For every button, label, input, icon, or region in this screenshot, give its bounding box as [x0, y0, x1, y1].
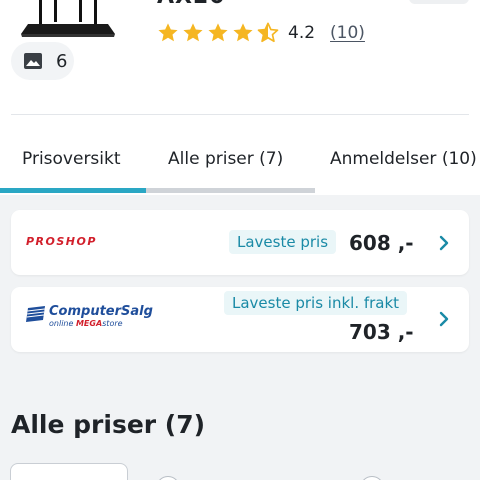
- chevron-right-icon: [439, 311, 449, 327]
- proshop-logo: PROSHOP: [26, 235, 97, 248]
- rating: 4.2 (10): [157, 22, 365, 44]
- image-icon: [24, 53, 42, 69]
- image-count: 6: [56, 50, 68, 72]
- product-image[interactable]: [18, 0, 118, 44]
- rating-value: 4.2: [288, 23, 316, 43]
- tab-anmeldelser[interactable]: Anmeldelser (10): [330, 149, 477, 169]
- tab-alle-priser[interactable]: Alle priser (7): [168, 149, 283, 169]
- review-count-link[interactable]: (10): [330, 23, 365, 43]
- star-icon: [208, 23, 228, 42]
- star-icon: [183, 23, 203, 42]
- flag-logo-icon: [26, 306, 45, 322]
- tab-prisoversikt[interactable]: Prisoversikt: [22, 149, 121, 169]
- tab-active-indicator: [0, 188, 146, 193]
- star-icon: [233, 23, 253, 42]
- half-star-icon: [257, 22, 279, 43]
- computersalg-logo: ComputerSalg online MEGAstore: [26, 304, 153, 331]
- chevron-right-icon: [439, 235, 449, 251]
- rating-stars: [157, 22, 279, 44]
- offer-price: 703 ,-: [349, 320, 414, 344]
- filter-button[interactable]: [10, 463, 128, 480]
- tab-bar: Prisoversikt Alle priser (7) Anmeldelser…: [0, 138, 480, 195]
- lowest-price-badge: Laveste pris: [229, 230, 337, 254]
- product-header: 6 AX20 4.2 (10) Prisoversikt Alle priser…: [0, 0, 480, 195]
- computersalg-tagline: online MEGAstore: [49, 319, 123, 328]
- section-title: Alle priser (7): [11, 410, 206, 439]
- offer-card-computersalg[interactable]: ComputerSalg online MEGAstore Laveste pr…: [11, 287, 469, 352]
- radio-option[interactable]: [156, 476, 180, 480]
- image-count-button[interactable]: 6: [11, 42, 74, 80]
- lowest-price-shipping-badge: Laveste pris inkl. frakt: [224, 291, 408, 315]
- computersalg-name: ComputerSalg: [49, 304, 153, 319]
- offer-price: 608 ,-: [349, 231, 414, 255]
- radio-option[interactable]: [360, 476, 384, 480]
- star-icon: [158, 23, 178, 42]
- top-action-button[interactable]: [409, 0, 469, 4]
- product-title: AX20: [157, 0, 226, 9]
- offer-card-proshop[interactable]: PROSHOP Laveste pris 608 ,-: [11, 210, 469, 275]
- divider: [11, 114, 469, 115]
